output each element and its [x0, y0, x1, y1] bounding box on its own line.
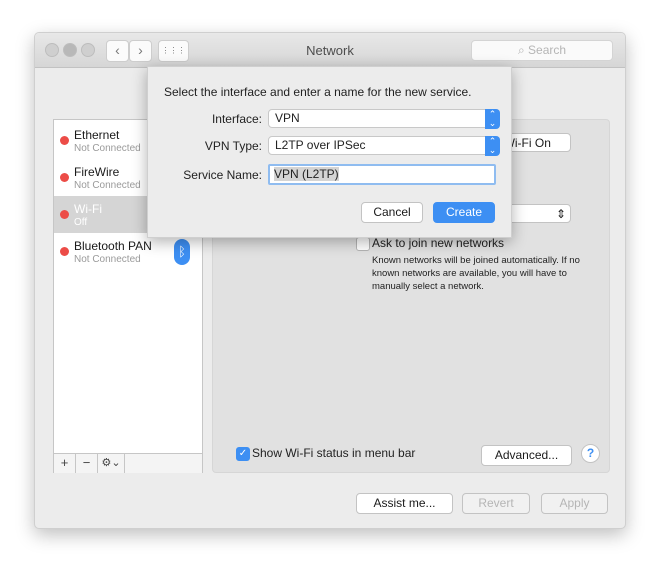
status-dot	[60, 136, 69, 145]
service-name: Bluetooth PAN	[74, 239, 152, 253]
advanced-button[interactable]: Advanced...	[481, 445, 572, 466]
title-bar: ‹ › ⋮⋮⋮ Network ⌕ Search	[35, 33, 625, 68]
service-name: FireWire	[74, 165, 120, 179]
ask-to-join-label: Ask to join new networks	[372, 236, 505, 250]
minus-icon: −	[82, 455, 91, 470]
action-menu-button[interactable]: ⚙⌄	[98, 454, 125, 473]
interface-popup[interactable]: VPN ⌃ ⌄	[268, 109, 500, 129]
apply-button[interactable]: Apply	[541, 493, 608, 514]
status-dot	[60, 247, 69, 256]
service-status: Not Connected	[74, 254, 141, 265]
cancel-button[interactable]: Cancel	[361, 202, 423, 223]
interface-label: Interface:	[211, 112, 262, 126]
help-button[interactable]: ?	[581, 444, 600, 463]
gear-icon: ⚙⌄	[101, 457, 121, 469]
checkmark-icon: ✓	[238, 448, 248, 459]
vpn-type-label: VPN Type:	[204, 139, 262, 153]
status-dot	[60, 173, 69, 182]
service-status: Not Connected	[74, 143, 141, 154]
search-input[interactable]: ⌕ Search	[471, 40, 613, 61]
service-name: Ethernet	[74, 128, 120, 142]
ask-to-join-help: Known networks will be joined automatica…	[372, 255, 580, 292]
service-name-field[interactable]: VPN (L2TP)	[268, 164, 496, 185]
search-placeholder: Search	[528, 43, 567, 57]
chevron-updown-icon: ⌃ ⌄	[485, 109, 500, 129]
vpn-type-popup[interactable]: L2TP over IPSec ⌃ ⌄	[268, 136, 500, 156]
service-name: Wi-Fi	[74, 202, 102, 216]
chevron-updown-icon: ⌃ ⌄	[485, 136, 500, 156]
show-status-label: Show Wi-Fi status in menu bar	[252, 446, 416, 460]
vpn-type-value: L2TP over IPSec	[275, 138, 366, 152]
assist-me-button[interactable]: Assist me...	[356, 493, 453, 514]
search-icon: ⌕	[517, 43, 529, 57]
sheet-prompt: Select the interface and enter a name fo…	[164, 85, 472, 99]
status-dot	[60, 210, 69, 219]
list-toolbar: + − ⚙⌄	[54, 453, 202, 473]
question-icon: ?	[586, 446, 595, 460]
ask-to-join-checkbox[interactable]	[356, 237, 370, 251]
revert-button[interactable]: Revert	[462, 493, 530, 514]
show-status-checkbox[interactable]: ✓	[236, 447, 250, 461]
create-button[interactable]: Create	[433, 202, 495, 223]
add-service-button[interactable]: +	[54, 454, 76, 473]
bluetooth-icon: ᛒ	[174, 239, 190, 265]
new-service-sheet: Select the interface and enter a name fo…	[147, 66, 512, 238]
chevron-updown-icon: ⇕	[555, 207, 566, 221]
service-name-value: VPN (L2TP)	[274, 167, 339, 181]
service-status: Off	[74, 217, 88, 228]
service-name-label: Service Name:	[183, 168, 262, 182]
interface-value: VPN	[275, 111, 300, 125]
plus-icon: +	[60, 455, 69, 470]
service-status: Not Connected	[74, 180, 141, 191]
remove-service-button[interactable]: −	[76, 454, 98, 473]
